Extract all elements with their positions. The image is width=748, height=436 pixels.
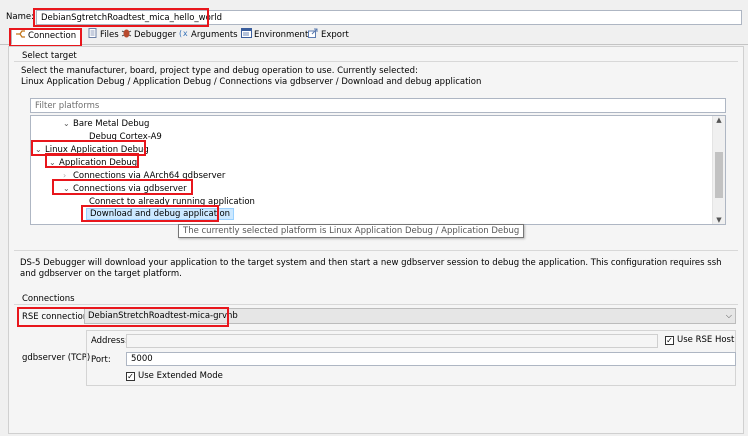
selection-tooltip: The currently selected platform is Linux… — [178, 224, 525, 238]
tab-export[interactable]: Export — [305, 28, 349, 45]
select-target-title: Select target — [22, 51, 77, 61]
port-label: Port: — [91, 355, 111, 365]
rse-connection-label: RSE connection — [22, 312, 89, 322]
platform-tree[interactable]: ⌄ Bare Metal Debug Debug Cortex-A9 ⌄ Linux… — [30, 115, 726, 225]
svg-text:(x): (x) — [178, 29, 189, 38]
chevron-down-icon[interactable]: ⌄ — [63, 118, 73, 130]
chevron-down-icon[interactable]: ⌵ — [726, 309, 732, 322]
connection-icon — [16, 30, 25, 38]
address-label: Address: — [91, 336, 128, 346]
debug-description: DS-5 Debugger will download your applica… — [20, 258, 722, 279]
chevron-down-icon[interactable]: ⌄ — [35, 144, 45, 156]
port-input[interactable]: 5000 — [126, 352, 736, 366]
checkbox-checked-icon[interactable]: ✓ — [126, 372, 135, 381]
files-icon — [88, 28, 97, 38]
tab-connection[interactable]: Connection — [11, 28, 81, 45]
tree-item-application-debug[interactable]: ⌄ Application Debug — [49, 157, 137, 169]
tree-scrollbar[interactable]: ▲ ▼ — [712, 116, 725, 224]
export-icon — [308, 28, 318, 38]
use-extended-mode-checkbox[interactable]: ✓ Use Extended Mode — [126, 371, 223, 381]
tab-debugger[interactable]: Debugger — [118, 28, 176, 45]
address-input[interactable] — [126, 334, 658, 348]
bug-icon — [121, 29, 132, 38]
rse-connection-select[interactable]: DebianStretchRoadtest-mica-grvnb ⌵ — [84, 308, 736, 324]
connections-title: Connections — [22, 294, 75, 304]
tree-item-connections-via-gdbserver[interactable]: ⌄ Connections via gdbserver — [63, 183, 187, 195]
tree-item-download-and-debug[interactable]: Download and debug application — [86, 208, 235, 220]
tree-item-debug-cortex-a9[interactable]: Debug Cortex-A9 — [89, 131, 162, 143]
name-label: Name: — [6, 12, 34, 22]
tab-files[interactable]: Files — [84, 28, 119, 45]
gdbserver-tcp-label: gdbserver (TCP) — [22, 353, 91, 363]
tab-arguments[interactable]: (x)Arguments — [175, 28, 238, 45]
select-target-instructions: Select the manufacturer, board, project … — [21, 66, 482, 87]
arguments-icon: (x) — [178, 29, 189, 38]
checkbox-checked-icon[interactable]: ✓ — [665, 336, 674, 345]
tab-strip: Connection Files Debugger (x)Arguments E… — [0, 28, 748, 45]
tree-item-bare-metal-debug[interactable]: ⌄ Bare Metal Debug — [63, 118, 149, 130]
tree-item-connections-aarch64[interactable]: › Connections via AArch64 gdbserver — [63, 170, 225, 182]
tab-environment[interactable]: Environment — [238, 28, 308, 45]
use-rse-host-checkbox[interactable]: ✓ Use RSE Host — [665, 335, 734, 345]
filter-platforms-input[interactable]: Filter platforms — [30, 98, 726, 113]
tree-item-connect-running[interactable]: Connect to already running application — [89, 196, 255, 208]
current-selection-text: Linux Application Debug / Application De… — [21, 77, 482, 87]
chevron-down-icon[interactable]: ⌄ — [49, 157, 59, 169]
environment-icon — [241, 28, 252, 38]
scroll-thumb[interactable] — [715, 152, 723, 198]
configuration-name-input[interactable]: DebianSgtretchRoadtest_mica_hello_world — [36, 10, 742, 25]
scroll-down-icon[interactable]: ▼ — [713, 216, 725, 224]
chevron-right-icon[interactable]: › — [63, 170, 73, 182]
scroll-up-icon[interactable]: ▲ — [713, 116, 725, 124]
divider — [14, 250, 738, 251]
chevron-down-icon[interactable]: ⌄ — [63, 183, 73, 195]
tree-item-linux-application-debug[interactable]: ⌄ Linux Application Debug — [35, 144, 149, 156]
